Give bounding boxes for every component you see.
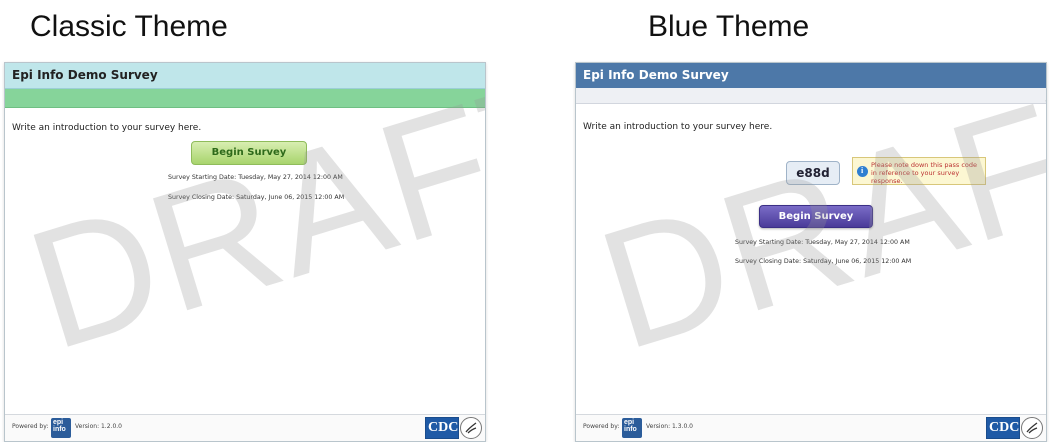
powered-by-label: Powered by: — [12, 423, 49, 430]
cdc-logo: CDC — [986, 417, 1020, 439]
survey-start-date: Survey Starting Date: Tuesday, May 27, 2… — [168, 174, 343, 181]
cdc-logo: CDC — [425, 417, 459, 439]
hhs-eagle-logo — [1021, 417, 1043, 439]
survey-intro: Write an introduction to your survey her… — [12, 123, 202, 133]
blue-survey-panel: Epi Info Demo Survey Write an introducti… — [575, 62, 1047, 442]
begin-survey-button[interactable]: Begin Survey — [191, 141, 307, 165]
pass-code-tooltip: i Please note down this pass code in ref… — [852, 157, 986, 185]
begin-survey-button[interactable]: Begin Survey — [759, 205, 873, 228]
powered-by-label: Powered by: — [583, 423, 620, 430]
survey-close-date: Survey Closing Date: Saturday, June 06, … — [168, 194, 345, 201]
epi-info-logo: epi info — [51, 418, 71, 438]
footer: Powered by: epi info Version: 1.3.0.0 CD… — [576, 414, 1046, 441]
footer: Powered by: epi info Version: 1.2.0.0 CD… — [5, 414, 485, 441]
pass-code-box: e88d — [786, 161, 840, 185]
survey-title: Epi Info Demo Survey — [576, 63, 1046, 88]
info-icon: i — [857, 166, 868, 177]
survey-start-date: Survey Starting Date: Tuesday, May 27, 2… — [735, 239, 910, 246]
draft-watermark: DRAFT — [9, 62, 486, 387]
header-band — [5, 89, 485, 108]
version-label: Version: 1.2.0.0 — [75, 423, 122, 430]
survey-close-date: Survey Closing Date: Saturday, June 06, … — [735, 258, 912, 265]
survey-title: Epi Info Demo Survey — [5, 63, 485, 89]
blue-theme-heading: Blue Theme — [648, 10, 810, 43]
classic-theme-heading: Classic Theme — [30, 10, 228, 43]
epi-info-logo: epi info — [622, 418, 642, 438]
classic-survey-panel: Epi Info Demo Survey Write an introducti… — [4, 62, 486, 442]
survey-intro: Write an introduction to your survey her… — [583, 122, 773, 132]
pass-code-note: Please note down this pass code in refer… — [871, 161, 978, 185]
header-band — [576, 88, 1046, 104]
version-label: Version: 1.3.0.0 — [646, 423, 693, 430]
hhs-eagle-logo — [460, 417, 482, 439]
